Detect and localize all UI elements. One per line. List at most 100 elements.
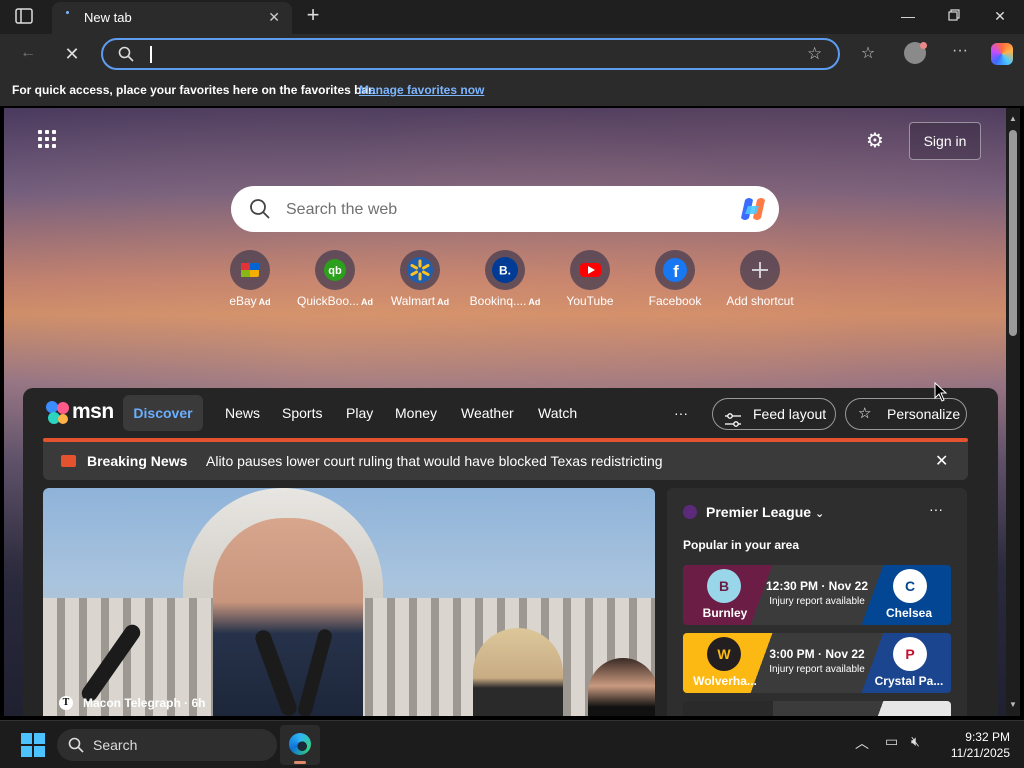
page-scrollbar[interactable]: ▲ ▼: [1006, 108, 1020, 716]
ad-badge: Ad: [528, 297, 541, 307]
taskbar-clock[interactable]: 9:32 PM 11/21/2025: [940, 729, 1010, 761]
hero-story-card[interactable]: T Macon Telegraph · 6h: [43, 488, 655, 716]
tab-new-tab[interactable]: New tab ✕: [52, 2, 292, 34]
tab-money[interactable]: Money: [395, 405, 437, 421]
more-tabs-icon[interactable]: ···: [674, 405, 688, 421]
plus-icon: [740, 250, 780, 290]
scroll-up-icon[interactable]: ▲: [1009, 114, 1017, 123]
match-card[interactable]: B C Burnley Chelsea 12:30 PM · Nov 22 In…: [683, 565, 951, 625]
search-placeholder: Search the web: [286, 201, 398, 218]
restore-button[interactable]: [944, 6, 964, 26]
tab-play[interactable]: Play: [346, 405, 373, 421]
copilot-icon[interactable]: [991, 43, 1013, 65]
address-bar[interactable]: ☆: [101, 38, 840, 70]
display-icon[interactable]: ▭: [885, 733, 898, 750]
sparkle-star-icon: ☆: [858, 405, 872, 422]
tab-weather[interactable]: Weather: [461, 405, 514, 421]
volume-muted-icon[interactable]: 🔇︎: [911, 733, 920, 750]
favorite-star-icon[interactable]: ☆: [807, 44, 822, 64]
stop-loading-icon[interactable]: ✕: [62, 44, 82, 65]
loading-dot-icon: [66, 11, 69, 14]
feed-layout-button[interactable]: Feed layout: [712, 398, 836, 430]
tab-watch[interactable]: Watch: [538, 405, 577, 421]
close-banner-icon[interactable]: ✕: [935, 451, 948, 471]
edge-taskbar-button[interactable]: [280, 725, 320, 765]
away-team-color: [861, 701, 951, 716]
personalize-button[interactable]: ☆ Personalize: [845, 398, 967, 430]
tab-news[interactable]: News: [225, 405, 260, 421]
shortcut-label: eBay: [229, 294, 257, 308]
shortcut-walmart[interactable]: Walmart Ad: [375, 250, 465, 308]
sign-in-button[interactable]: Sign in: [909, 122, 981, 160]
favorites-icon[interactable]: ☆: [858, 43, 878, 63]
premier-league-icon: [683, 505, 697, 519]
match-card[interactable]: W P Wolverha... Crystal Pa... 3:00 PM · …: [683, 633, 951, 693]
ad-badge: Ad: [437, 297, 450, 307]
injury-note: Injury report available: [769, 664, 865, 675]
match-card[interactable]: [683, 701, 951, 716]
tab-title: New tab: [84, 10, 132, 25]
svg-text:qb: qb: [328, 265, 342, 277]
more-options-icon[interactable]: ···: [950, 42, 970, 60]
chelsea-crest-icon: C: [893, 569, 927, 603]
msn-feed: msn Discover News Sports Play Money Weat…: [23, 388, 998, 716]
breaking-news-label: Breaking News: [87, 453, 188, 469]
shortcut-label: YouTube: [566, 294, 614, 308]
person-image: [473, 628, 563, 716]
shortcut-ebay[interactable]: eBay Ad: [205, 250, 295, 308]
quickbooks-icon: qb: [315, 250, 355, 290]
search-icon: [249, 198, 271, 225]
premier-league-title[interactable]: Premier League ⌄: [706, 504, 824, 520]
msn-logo[interactable]: msn: [45, 400, 115, 426]
source-name: Macon Telegraph: [83, 696, 181, 710]
clock-time: 9:32 PM: [965, 730, 1010, 744]
clock-date: 11/21/2025: [950, 746, 1010, 760]
breaking-news-headline[interactable]: Alito pauses lower court ruling that wou…: [206, 453, 663, 469]
close-window-button[interactable]: ✕: [990, 6, 1010, 26]
tab-discover[interactable]: Discover: [123, 395, 203, 431]
svg-text:f: f: [673, 262, 679, 281]
injury-note: Injury report available: [769, 596, 865, 607]
popular-label: Popular in your area: [683, 538, 800, 552]
svg-text:B.: B.: [499, 264, 511, 278]
favorites-hint: For quick access, place your favorites h…: [12, 83, 376, 97]
scrollbar-thumb[interactable]: [1009, 130, 1017, 336]
breaking-news-banner[interactable]: Breaking News Alito pauses lower court r…: [43, 442, 968, 480]
settings-gear-icon[interactable]: ⚙: [866, 128, 884, 153]
story-age: 6h: [191, 696, 206, 710]
macon-telegraph-icon: T: [59, 696, 73, 710]
web-search-box[interactable]: Search the web: [231, 186, 779, 232]
facebook-icon: f: [655, 250, 695, 290]
windows-start-icon[interactable]: [21, 733, 45, 757]
away-team: Chelsea: [885, 606, 933, 620]
ebay-icon: [230, 250, 270, 290]
shortcut-add[interactable]: Add shortcut: [715, 250, 805, 308]
app-launcher-icon[interactable]: [38, 130, 60, 152]
wolves-crest-icon: W: [707, 637, 741, 671]
shortcut-booking[interactable]: B. Bookinq.... Ad: [460, 250, 550, 308]
card-more-icon[interactable]: ···: [929, 501, 943, 517]
copilot-icon[interactable]: [739, 196, 767, 222]
premier-league-card: Premier League ⌄ ··· Popular in your are…: [667, 488, 967, 716]
tab-sports[interactable]: Sports: [282, 405, 322, 421]
manage-favorites-link[interactable]: Manage favorites now: [359, 83, 484, 97]
crystal-palace-crest-icon: P: [893, 637, 927, 671]
tab-actions-icon[interactable]: [14, 8, 34, 26]
minimize-button[interactable]: —: [898, 6, 918, 26]
scroll-down-icon[interactable]: ▼: [1009, 700, 1017, 709]
title-bar: New tab ✕ + — ✕: [0, 0, 1024, 34]
shortcut-facebook[interactable]: f Facebook: [630, 250, 720, 308]
new-tab-button[interactable]: +: [302, 4, 324, 28]
favorites-bar: For quick access, place your favorites h…: [0, 74, 1024, 106]
notification-dot: [920, 42, 927, 49]
shortcut-youtube[interactable]: YouTube: [545, 250, 635, 308]
taskbar-search[interactable]: Search: [57, 729, 277, 761]
home-team-color: [683, 701, 773, 716]
chevron-up-icon[interactable]: ︿: [855, 733, 869, 753]
back-icon[interactable]: ←: [18, 44, 38, 62]
walmart-icon: [400, 250, 440, 290]
shortcut-quickbooks[interactable]: qb QuickBoo... Ad: [290, 250, 380, 308]
sliders-icon: [725, 407, 741, 437]
close-tab-icon[interactable]: ✕: [268, 9, 280, 26]
profile-avatar[interactable]: [904, 42, 927, 64]
